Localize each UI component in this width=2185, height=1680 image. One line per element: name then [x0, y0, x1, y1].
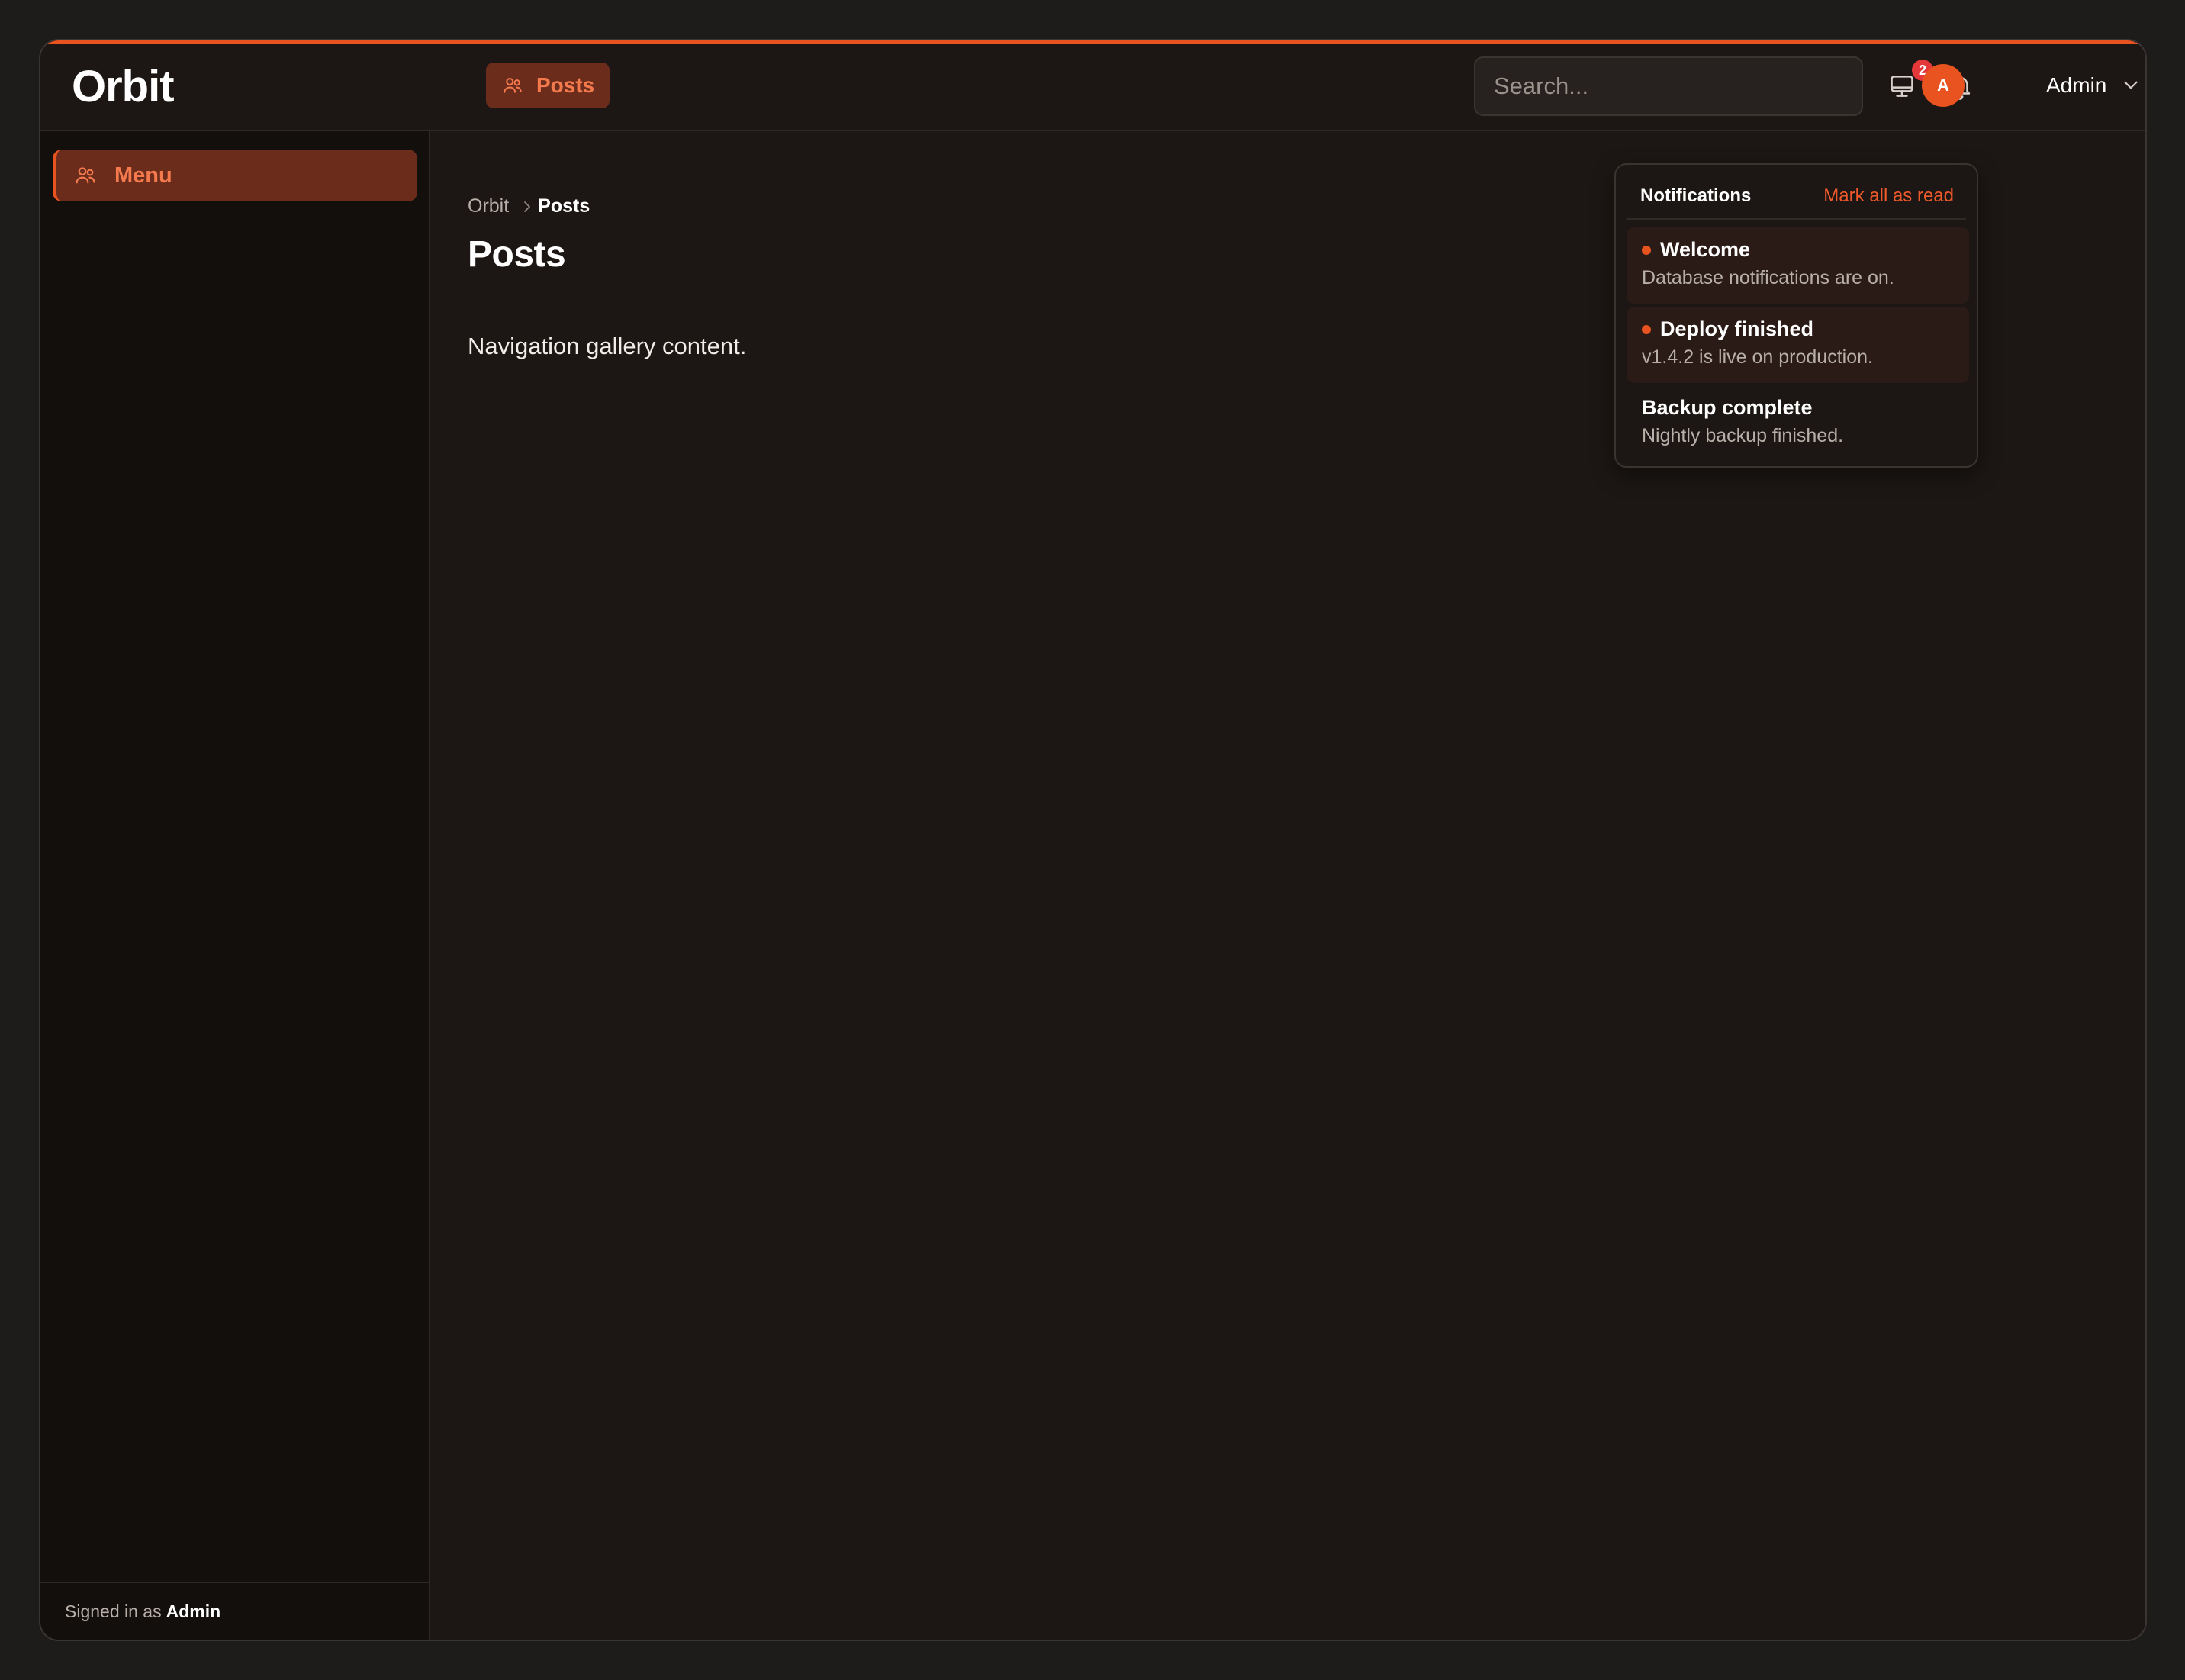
notification-title-row: Deploy finished	[1642, 317, 1813, 341]
brand-logo[interactable]: Orbit	[72, 61, 175, 112]
unread-dot	[1642, 245, 1651, 255]
chevron-right-icon	[523, 200, 533, 214]
notification-title-row: Backup complete	[1642, 396, 1813, 420]
notification-body: Database notifications are on.	[1642, 267, 1894, 288]
notifications-dropdown: Notifications Mark all as read Welcome D…	[1614, 163, 1978, 468]
sidebar-item-menu[interactable]: Menu	[53, 150, 417, 201]
page-title: Posts	[468, 234, 566, 275]
avatar[interactable]: A	[1922, 64, 1965, 107]
brand-header: Orbit	[40, 44, 430, 131]
breadcrumb-current: Posts	[538, 195, 590, 217]
notification-body: Nightly backup finished.	[1642, 425, 1844, 446]
sidebar-item-label: Menu	[114, 163, 172, 188]
chevron-down-icon[interactable]	[2121, 78, 2141, 93]
page-body-text: Navigation gallery content.	[468, 333, 747, 359]
notification-title: Backup complete	[1642, 396, 1813, 419]
notifications-title: Notifications	[1640, 185, 1752, 206]
users-icon	[501, 73, 526, 98]
signed-in-label: Signed in as	[65, 1601, 162, 1621]
tab-label: Posts	[536, 73, 595, 97]
breadcrumb-root[interactable]: Orbit	[468, 195, 509, 217]
signed-in-user: Admin	[166, 1601, 221, 1621]
notification-item[interactable]: Welcome Database notifications are on.	[1627, 227, 1969, 304]
notification-item[interactable]: Backup complete Nightly backup finished.	[1627, 385, 1969, 462]
breadcrumb: Orbit Posts	[468, 195, 590, 217]
sidebar: Orbit Menu Signed in as Admin	[40, 44, 430, 1640]
unread-dot	[1642, 324, 1651, 334]
notification-title: Deploy finished	[1660, 317, 1814, 340]
notification-title-row: Welcome	[1642, 238, 1750, 262]
users-icon	[73, 162, 101, 189]
topbar: Posts 2 A Admin	[430, 44, 2145, 131]
app-window: Orbit Menu Signed in as Admin Posts Sear…	[39, 39, 2147, 1641]
notifications-header: Notifications Mark all as read	[1627, 165, 1966, 220]
notification-item[interactable]: Deploy finished v1.4.2 is live on produc…	[1627, 307, 1969, 383]
mark-all-read-link[interactable]: Mark all as read	[1823, 185, 1954, 207]
user-name[interactable]: Admin	[2046, 73, 2106, 98]
notification-title: Welcome	[1660, 238, 1751, 261]
search-input[interactable]	[1474, 56, 1863, 116]
notification-body: v1.4.2 is live on production.	[1642, 346, 1873, 368]
tab-posts[interactable]: Posts	[486, 63, 610, 108]
sidebar-footer: Signed in as Admin	[40, 1582, 429, 1640]
